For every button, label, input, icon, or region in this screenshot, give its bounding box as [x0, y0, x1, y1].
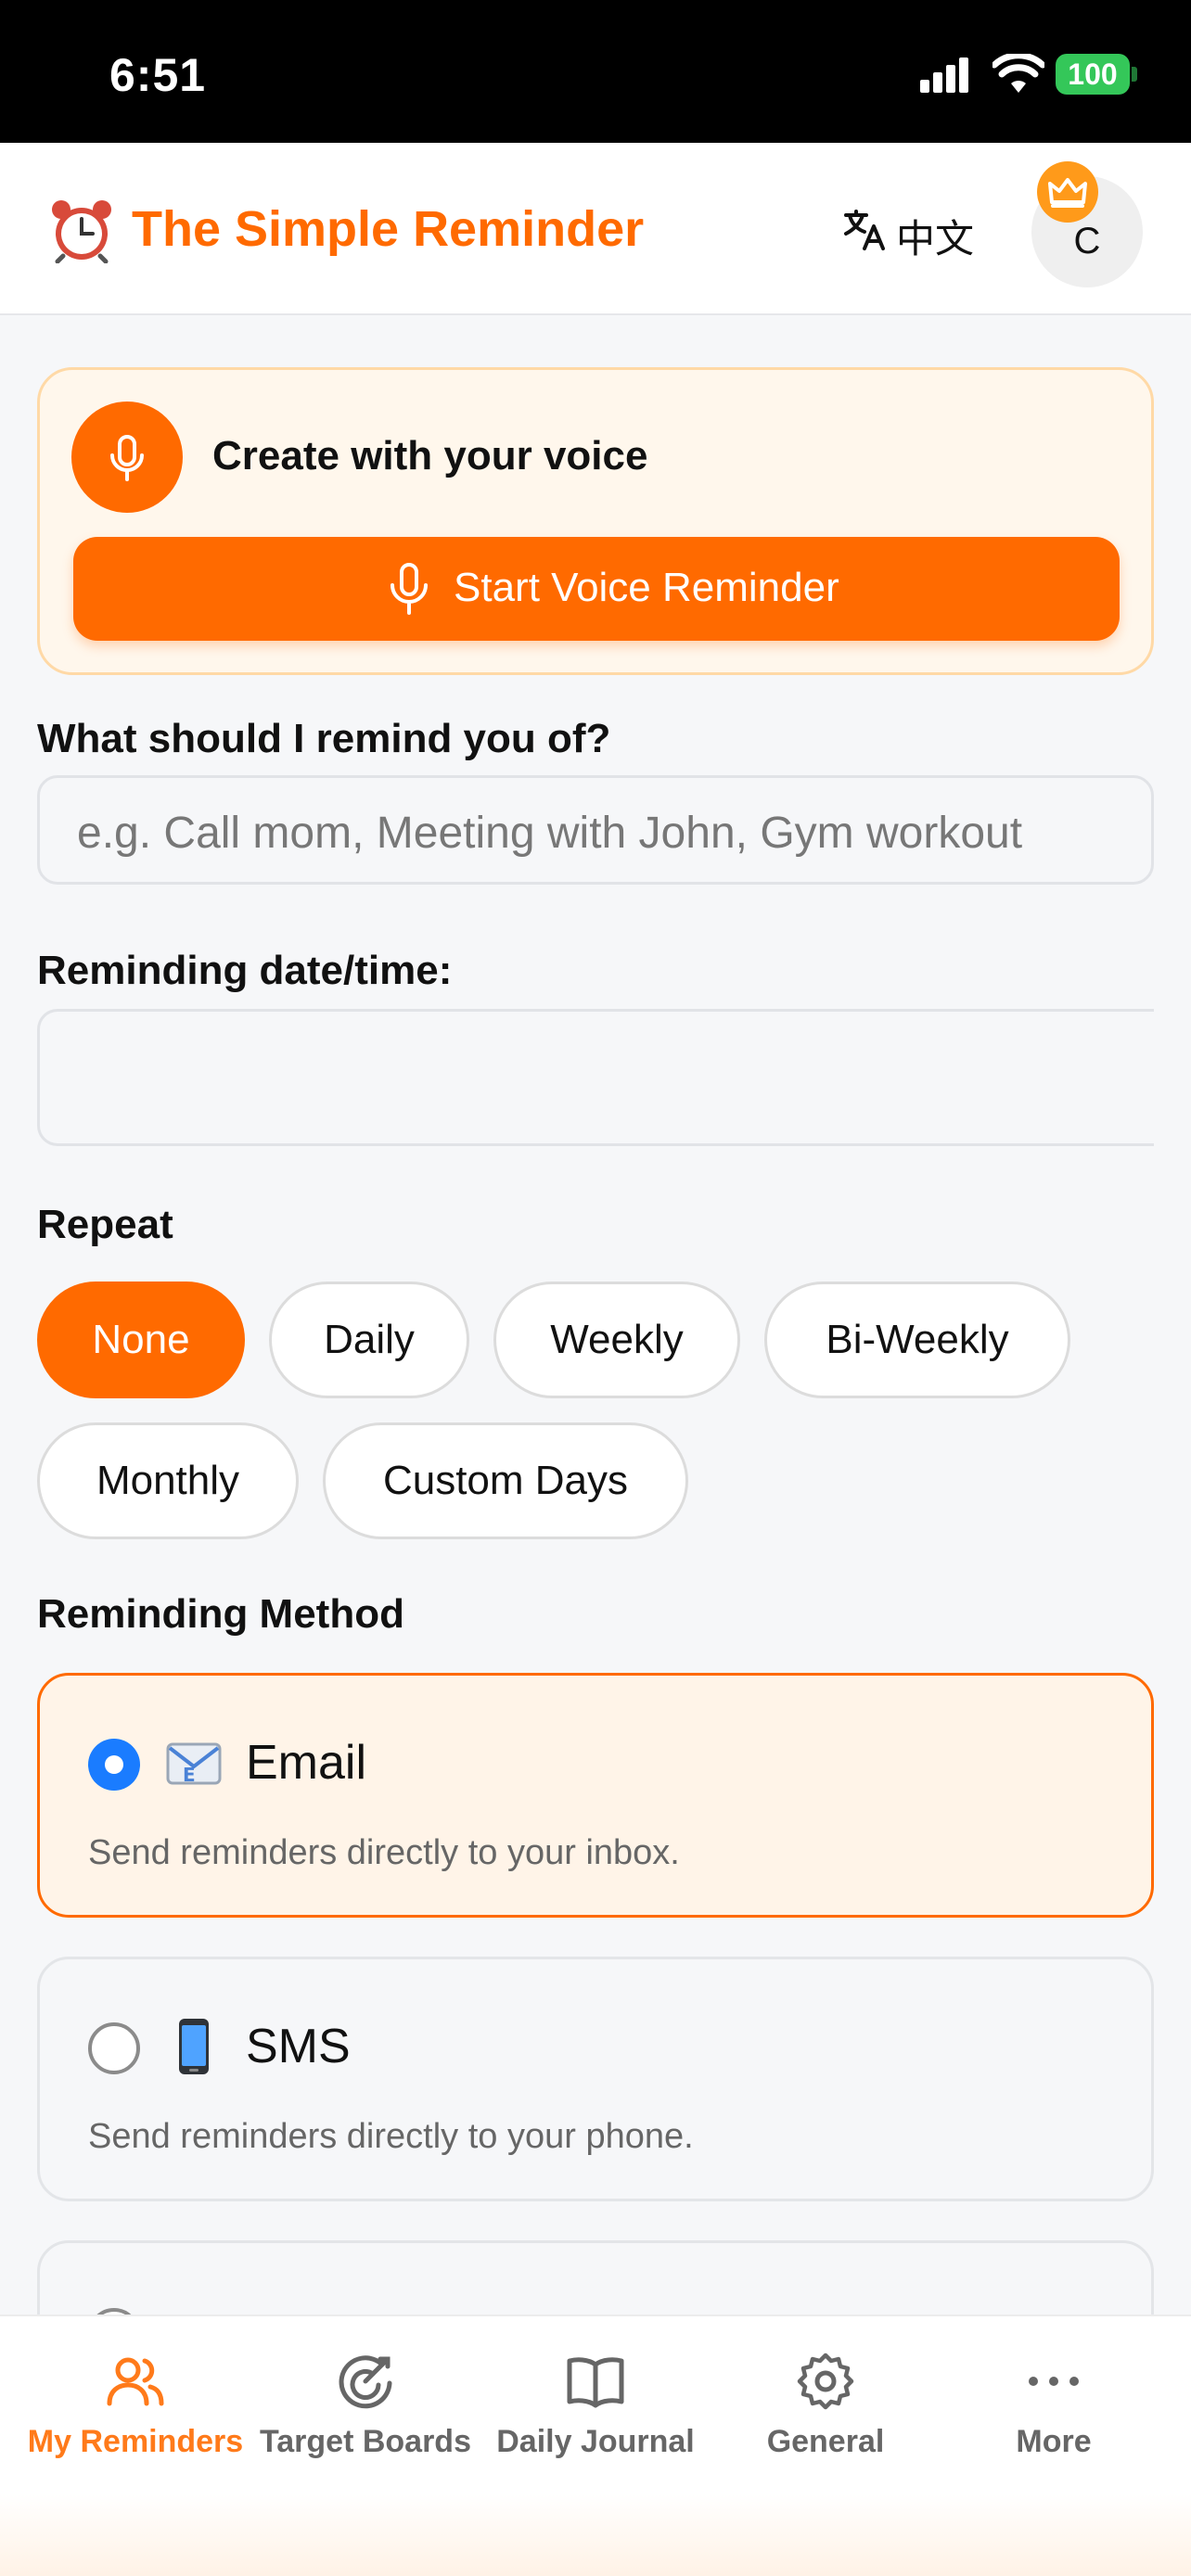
sms-radio[interactable]: [88, 2022, 140, 2074]
nav-more[interactable]: More: [935, 2316, 1172, 2502]
sms-method-description: Send reminders directly to your phone.: [88, 2117, 694, 2156]
nav-label: More: [1016, 2424, 1092, 2459]
repeat-option-daily[interactable]: Daily: [269, 1282, 469, 1398]
premium-crown-badge: [1037, 161, 1098, 223]
nav-label: My Reminders: [27, 2424, 244, 2459]
status-time: 6:51: [109, 49, 207, 101]
reminder-text-label: What should I remind you of?: [37, 716, 611, 761]
wifi-icon: [992, 54, 1044, 93]
target-icon: [339, 2355, 392, 2409]
nav-my-reminders[interactable]: My Reminders: [17, 2316, 254, 2502]
translate-icon[interactable]: [842, 208, 887, 252]
email-icon: E: [166, 1742, 222, 1786]
nav-label: Daily Journal: [496, 2424, 695, 2459]
email-method-title: Email: [246, 1736, 367, 1790]
repeat-label: Repeat: [37, 1202, 173, 1247]
datetime-label: Reminding date/time:: [37, 948, 453, 993]
cellular-signal-icon: [920, 56, 968, 93]
email-method-description: Send reminders directly to your inbox.: [88, 1833, 680, 1872]
nav-general[interactable]: General: [707, 2316, 944, 2502]
battery-tip: [1132, 67, 1137, 82]
method-card-sms[interactable]: SMS Send reminders directly to your phon…: [37, 1957, 1154, 2201]
users-icon: [107, 2357, 164, 2406]
repeat-option-none[interactable]: None: [37, 1282, 245, 1398]
app-title: The Simple Reminder: [132, 201, 645, 257]
voice-card-title: Create with your voice: [212, 433, 648, 478]
battery-icon: 100: [1056, 54, 1130, 95]
repeat-option-monthly[interactable]: Monthly: [37, 1422, 299, 1539]
start-voice-reminder-label: Start Voice Reminder: [454, 565, 839, 610]
status-bar: 6:51 100: [0, 0, 1191, 143]
start-voice-reminder-button[interactable]: Start Voice Reminder: [73, 537, 1120, 641]
nav-daily-journal[interactable]: Daily Journal: [477, 2316, 714, 2502]
email-radio[interactable]: [88, 1739, 140, 1791]
reminding-method-label: Reminding Method: [37, 1591, 404, 1637]
app-header: The Simple Reminder 中文 C: [0, 143, 1191, 315]
crown-icon: [1048, 178, 1087, 208]
reminder-text-placeholder: e.g. Call mom, Meeting with John, Gym wo…: [77, 809, 1023, 858]
repeat-option-custom-days[interactable]: Custom Days: [323, 1422, 688, 1539]
datetime-input[interactable]: [37, 1009, 1154, 1146]
microphone-icon: [391, 563, 428, 615]
method-card-email[interactable]: E Email Send reminders directly to your …: [37, 1673, 1154, 1918]
home-indicator-area: [0, 2494, 1191, 2576]
voice-create-card: Create with your voice Start Voice Remin…: [37, 367, 1154, 675]
nav-label: Target Boards: [260, 2424, 471, 2459]
alarm-clock-icon: [52, 200, 111, 263]
repeat-option-weekly[interactable]: Weekly: [493, 1282, 740, 1398]
voice-mic-circle: [71, 402, 183, 513]
gear-icon: [797, 2353, 854, 2410]
nav-label: General: [766, 2424, 885, 2459]
sms-method-title: SMS: [246, 2020, 351, 2073]
language-toggle[interactable]: 中文: [896, 208, 974, 264]
mobile-phone-icon: [179, 2019, 209, 2074]
reminder-text-input[interactable]: e.g. Call mom, Meeting with John, Gym wo…: [37, 775, 1154, 885]
nav-target-boards[interactable]: Target Boards: [247, 2316, 484, 2502]
svg-text:E: E: [183, 1764, 196, 1786]
more-icon: [1029, 2377, 1079, 2386]
repeat-option-bi-weekly[interactable]: Bi-Weekly: [764, 1282, 1070, 1398]
microphone-icon: [110, 435, 144, 481]
book-icon: [567, 2357, 624, 2408]
